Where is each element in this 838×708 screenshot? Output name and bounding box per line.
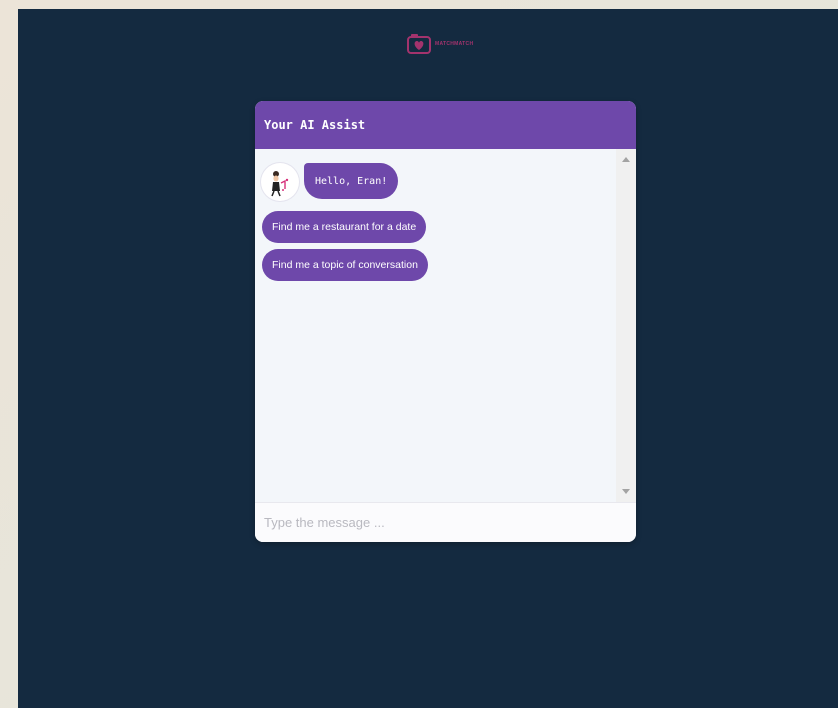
logo-text: MATCHMATCH [435,41,474,47]
chat-title: Your AI Assist [264,118,366,132]
assistant-avatar [261,163,299,201]
woman-avatar-icon [271,171,289,197]
chat-scrollbar[interactable] [616,149,636,502]
message-input-bar [255,502,636,542]
app-background: MATCHMATCH Your AI Assist Hello, Eran! F… [18,9,838,708]
chat-messages[interactable]: Hello, Eran! Find me a restaurant for a … [255,149,616,502]
chat-window: Your AI Assist Hello, Eran! Find me a re… [255,101,636,542]
suggestion-restaurant-button[interactable]: Find me a restaurant for a date [262,211,427,243]
chat-header: Your AI Assist [255,101,636,149]
suggestion-conversation-button[interactable]: Find me a topic of conversation [262,249,428,281]
scroll-up-arrow-icon[interactable] [622,157,630,162]
logo[interactable]: MATCHMATCH [407,33,473,55]
assistant-greeting-bubble: Hello, Eran! [304,163,399,199]
camera-heart-icon [407,34,431,54]
message-input[interactable] [255,503,636,542]
scroll-down-arrow-icon[interactable] [622,489,630,494]
